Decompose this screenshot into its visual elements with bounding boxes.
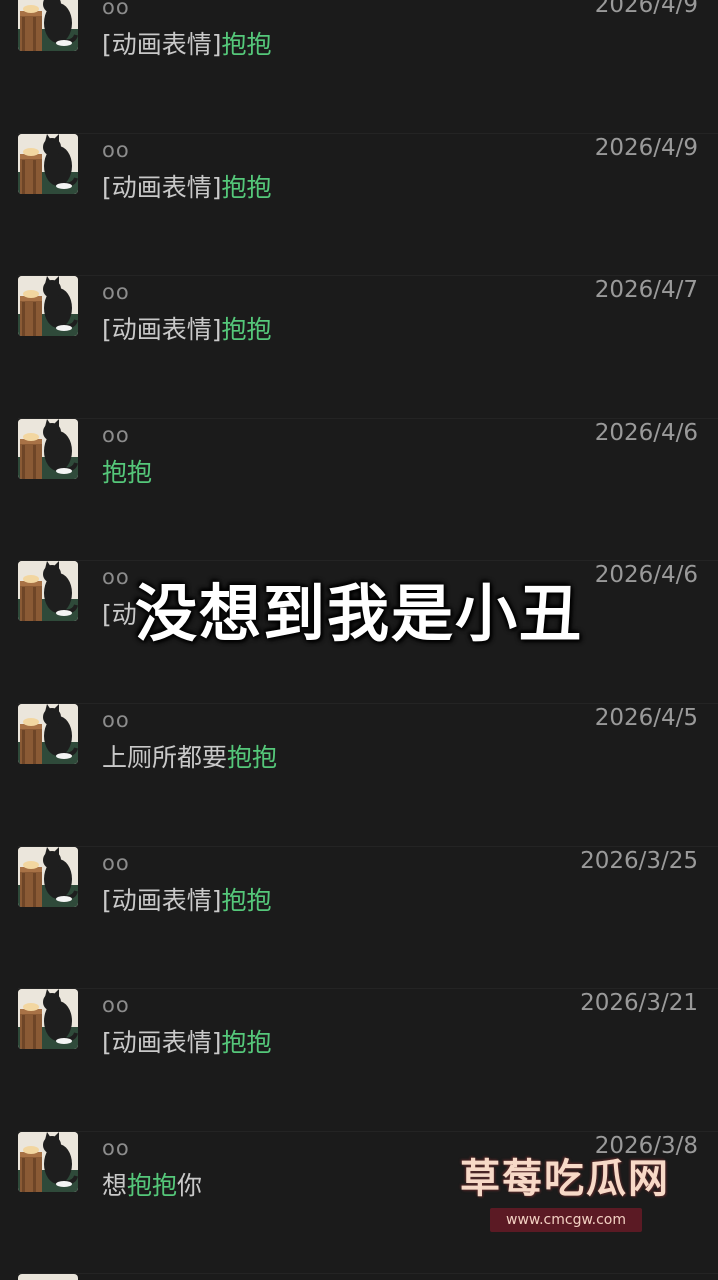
keyword-highlight: 抱抱 [221, 172, 272, 202]
keyword-highlight: 抱抱 [221, 885, 272, 915]
preview-text: [动画表情] [102, 30, 222, 59]
preview-text: [动画表情] [102, 1028, 222, 1058]
conversation-row[interactable]: oo 2026/4/7 [动画表情]抱抱 [0, 276, 718, 419]
watermark-url: www.cmcgw.com [490, 1208, 642, 1232]
message-date: 2026/4/9 [594, 134, 698, 161]
sender-name: oo [102, 422, 130, 447]
sender-name: oo [102, 137, 130, 162]
partial-avatar [18, 1274, 78, 1280]
sender-name: oo [102, 993, 130, 1018]
preview-text-tail: 你 [177, 1170, 203, 1200]
message-date: 2026/4/5 [594, 704, 698, 731]
message-preview: [动画表情]抱抱 [102, 312, 272, 348]
preview-text: [动画表情] [102, 315, 222, 345]
conversation-row[interactable]: oo 2026/4/5 上厕所都要抱抱 [0, 703, 718, 847]
keyword-highlight: 抱抱 [221, 315, 272, 345]
message-date: 2026/4/7 [594, 277, 698, 304]
conversation-row[interactable]: oo 2026/3/21 [动画表情]抱抱 [0, 989, 718, 1132]
black-cat-avatar-icon[interactable] [18, 0, 78, 51]
message-preview: [动画表情]抱抱 [102, 1025, 272, 1061]
watermark-title: 草莓吃瓜网 [460, 1156, 670, 1202]
keyword-highlight: 抱抱 [227, 742, 278, 772]
conversation-row[interactable]: oo 2026/4/9 [动画表情]抱抱 [0, 133, 718, 277]
video-caption: 没想到我是小丑 [134, 577, 583, 650]
keyword-highlight: 抱抱 [221, 1028, 272, 1058]
black-cat-avatar-icon[interactable] [18, 133, 78, 194]
message-date: 2026/3/21 [580, 990, 698, 1017]
sender-name: oo [102, 0, 130, 19]
black-cat-avatar-icon[interactable] [18, 989, 78, 1050]
message-preview: 想抱抱你 [102, 1168, 202, 1204]
keyword-highlight: 抱抱 [127, 1170, 178, 1200]
message-date: 2026/4/6 [594, 419, 698, 446]
message-preview: [动画表情]抱抱 [102, 883, 272, 919]
message-date: 2026/3/25 [580, 847, 698, 874]
message-preview: 上厕所都要抱抱 [102, 740, 277, 776]
sender-name: oo [102, 850, 130, 875]
message-preview: [动画表情]抱抱 [102, 27, 272, 63]
search-results-screen: oo 2026/4/9 [动画表情]抱抱 oo 2026/4/9 [动画表情]抱… [0, 0, 718, 1280]
message-date: 2026/4/9 [594, 0, 698, 18]
preview-text: 想 [102, 1170, 128, 1200]
preview-text: [动画表情] [102, 172, 222, 202]
black-cat-avatar-icon[interactable] [18, 703, 78, 764]
preview-text: 上厕所都要 [102, 742, 228, 772]
conversation-row[interactable]: oo 2026/4/6 抱抱 [0, 418, 718, 562]
keyword-highlight: 抱抱 [221, 30, 272, 59]
preview-text: [动画表情] [102, 885, 222, 915]
message-preview: [动画表情]抱抱 [102, 170, 272, 206]
keyword-highlight: 抱抱 [102, 457, 153, 487]
black-cat-avatar-icon[interactable] [18, 1131, 78, 1192]
conversation-row[interactable]: oo 2026/3/25 [动画表情]抱抱 [0, 846, 718, 990]
black-cat-avatar-icon[interactable] [18, 846, 78, 907]
conversation-row[interactable]: oo 2026/4/9 [动画表情]抱抱 [0, 0, 718, 134]
sender-name: oo [102, 280, 130, 305]
sender-name: oo [102, 707, 130, 732]
sender-name: oo [102, 1135, 130, 1160]
message-preview: 抱抱 [102, 455, 152, 491]
black-cat-avatar-icon[interactable] [18, 418, 78, 479]
black-cat-avatar-icon[interactable] [18, 276, 78, 337]
watermark: 草莓吃瓜网 www.cmcgw.com [452, 1148, 682, 1238]
